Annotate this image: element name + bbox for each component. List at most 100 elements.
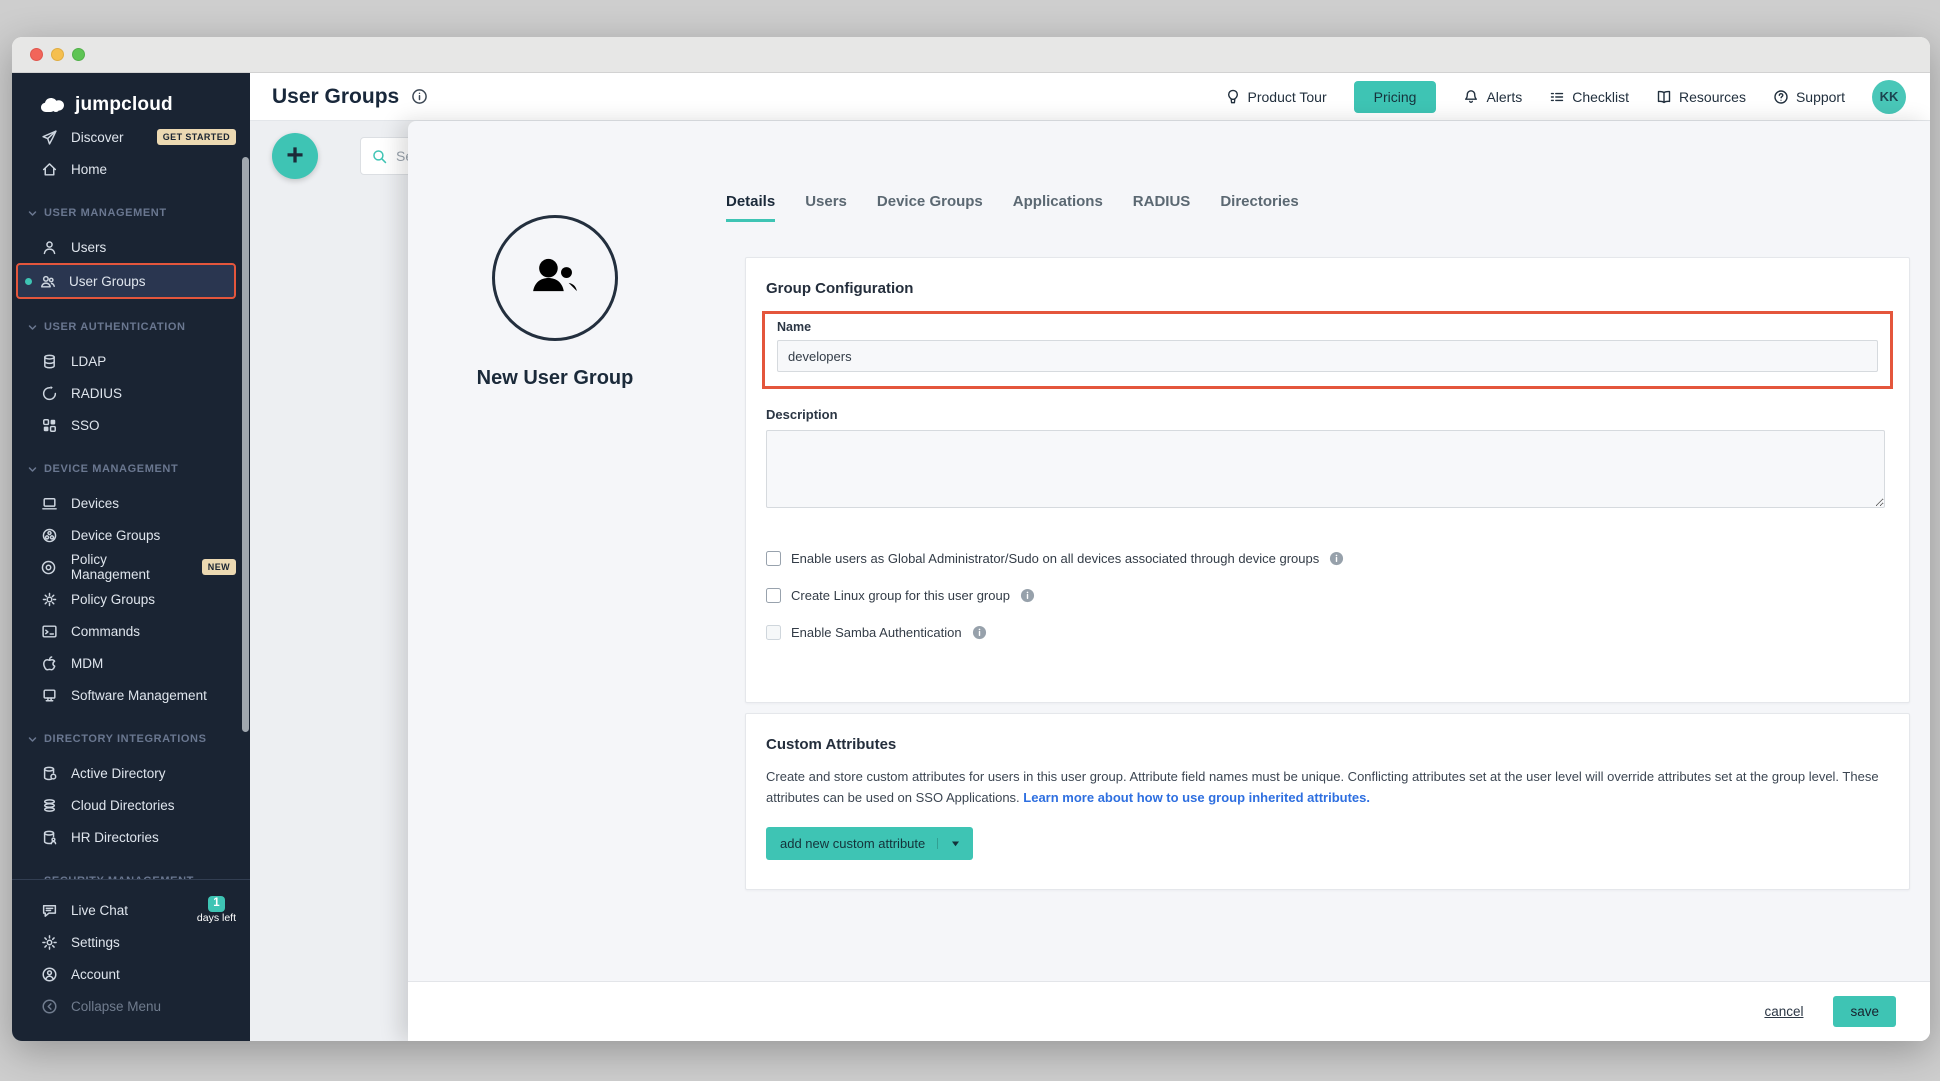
description-label: Description (766, 407, 1889, 422)
sidebar-item-home[interactable]: Home (12, 153, 250, 185)
checkbox-row: Enable users as Global Administrator/Sud… (766, 551, 1889, 566)
sidebar-item-label: Policy Groups (71, 592, 155, 607)
sidebar-item-discover[interactable]: DiscoverGET STARTED (12, 121, 250, 153)
topnav-resources[interactable]: Resources (1656, 89, 1746, 105)
sidebar-item-hr-directories[interactable]: HR Directories (12, 821, 250, 853)
info-filled-icon[interactable] (1020, 588, 1035, 603)
topnav-label: Product Tour (1248, 89, 1327, 105)
sidebar-section-directory-integrations[interactable]: DIRECTORY INTEGRATIONS (12, 731, 250, 747)
topnav-support[interactable]: Support (1773, 89, 1845, 105)
sidebar-item-device-groups[interactable]: Device Groups (12, 519, 250, 551)
tab-users[interactable]: Users (805, 193, 847, 222)
home-icon (40, 161, 58, 178)
topnav-alerts[interactable]: Alerts (1463, 89, 1522, 105)
chevron-down-icon (28, 209, 37, 218)
tab-radius[interactable]: RADIUS (1133, 193, 1191, 222)
topnav-checklist[interactable]: Checklist (1549, 89, 1629, 105)
logo-text: jumpcloud (75, 94, 173, 116)
discover-icon (40, 129, 58, 146)
trial-days-badge: 1days left (197, 896, 236, 923)
info-filled-icon[interactable] (972, 625, 987, 640)
sidebar-nav: DiscoverGET STARTEDHome USER MANAGEMENT Us… (12, 121, 250, 879)
sidebar-item-label: Collapse Menu (71, 999, 161, 1014)
sidebar-item-label: Commands (71, 624, 140, 639)
add-custom-attribute-button[interactable]: add new custom attribute (766, 827, 973, 860)
sidebar-item-active-directory[interactable]: Active Directory (12, 757, 250, 789)
tab-device-groups[interactable]: Device Groups (877, 193, 983, 222)
sidebar-section-user-management[interactable]: USER MANAGEMENT (12, 205, 250, 221)
close-window-button[interactable] (30, 48, 43, 61)
topnav-label: Checklist (1572, 89, 1629, 105)
topnav-product-tour[interactable]: Product Tour (1225, 89, 1327, 105)
cloud-directories-icon (40, 797, 58, 814)
sidebar-item-account[interactable]: Account (12, 958, 250, 990)
info-icon[interactable] (411, 88, 428, 105)
sidebar-section-device-management[interactable]: DEVICE MANAGEMENT (12, 461, 250, 477)
sidebar-item-sso[interactable]: SSO (12, 409, 250, 441)
group-name-input[interactable] (777, 340, 1878, 372)
sidebar-item-policy-groups[interactable]: Policy Groups (12, 583, 250, 615)
sidebar-item-software-management[interactable]: Software Management (12, 679, 250, 711)
sidebar-item-ldap[interactable]: LDAP (12, 345, 250, 377)
topnav-label: Alerts (1486, 89, 1522, 105)
settings-icon (40, 934, 58, 951)
sidebar-item-label: Device Groups (71, 528, 160, 543)
sidebar-item-policy-management[interactable]: Policy Management NEW (12, 551, 250, 583)
sidebar-item-collapse-menu[interactable]: Collapse Menu (12, 990, 250, 1022)
group-configuration-card: Group Configuration Name Description Ena… (745, 257, 1910, 703)
tab-directories[interactable]: Directories (1220, 193, 1298, 222)
close-icon[interactable] (1876, 145, 1902, 171)
inherited-attributes-link[interactable]: Learn more about how to use group inheri… (1023, 790, 1370, 805)
sidebar-item-settings[interactable]: Settings (12, 926, 250, 958)
sidebar-item-user-groups[interactable]: User Groups (16, 263, 236, 299)
sidebar-item-label: Policy Management (71, 552, 189, 582)
chevron-down-icon (28, 735, 37, 744)
custom-attributes-title: Custom Attributes (766, 736, 1889, 753)
section-header-label: DEVICE MANAGEMENT (44, 463, 178, 475)
tab-applications[interactable]: Applications (1013, 193, 1103, 222)
panel-tabs: Details Users Device Groups Applications RAD… (726, 193, 1299, 222)
sidebar-scrollbar[interactable] (242, 157, 249, 732)
sidebar-item-label: SSO (71, 418, 100, 433)
checkbox-label: Enable users as Global Administrator/Sud… (791, 551, 1319, 566)
description-textarea[interactable] (766, 430, 1885, 508)
sidebar-item-label: Settings (71, 935, 120, 950)
topnav-pricing-button[interactable]: Pricing (1354, 81, 1437, 113)
sidebar-item-cloud-directories[interactable]: Cloud Directories (12, 789, 250, 821)
info-filled-icon[interactable] (1329, 551, 1344, 566)
sidebar-item-live-chat[interactable]: Live Chat1days left (12, 894, 250, 926)
chevron-down-icon (28, 323, 37, 332)
sidebar-section-user-authentication[interactable]: USER AUTHENTICATION (12, 319, 250, 335)
user-icon (40, 239, 58, 256)
sidebar-item-label: Discover (71, 130, 124, 145)
add-user-group-button[interactable]: + (272, 133, 318, 179)
zoom-window-button[interactable] (72, 48, 85, 61)
sidebar-item-label: User Groups (69, 274, 146, 289)
policy-groups-icon (40, 591, 58, 608)
checkbox-create-linux-group-for-this-user-group[interactable] (766, 588, 781, 603)
commands-icon (40, 623, 58, 640)
sidebar-section-security-management[interactable]: SECURITY MANAGEMENT (12, 873, 250, 879)
sidebar-item-radius[interactable]: RADIUS (12, 377, 250, 409)
sidebar-item-mdm[interactable]: MDM (12, 647, 250, 679)
sidebar-item-label: MDM (71, 656, 103, 671)
save-button[interactable]: save (1833, 996, 1896, 1027)
collapse-menu-icon (40, 998, 58, 1015)
checklist-icon (1549, 89, 1565, 105)
sidebar-item-users[interactable]: Users (12, 231, 250, 263)
checkbox-enable-users-as-global-administrator-sud[interactable] (766, 551, 781, 566)
checkbox-row: Enable Samba Authentication (766, 625, 1889, 640)
badge-new: NEW (202, 559, 236, 575)
cancel-button[interactable]: cancel (1764, 1004, 1803, 1019)
name-field-highlight: Name (762, 311, 1893, 389)
software-management-icon (40, 687, 58, 704)
days-left-count: 1 (208, 896, 224, 911)
minimize-window-button[interactable] (51, 48, 64, 61)
sidebar-item-devices[interactable]: Devices (12, 487, 250, 519)
tab-details[interactable]: Details (726, 193, 775, 222)
live-chat-icon (40, 902, 58, 919)
topnav-label: Resources (1679, 89, 1746, 105)
entity-title: New User Group (435, 367, 675, 390)
sidebar-item-commands[interactable]: Commands (12, 615, 250, 647)
user-avatar[interactable]: KK (1872, 80, 1906, 114)
